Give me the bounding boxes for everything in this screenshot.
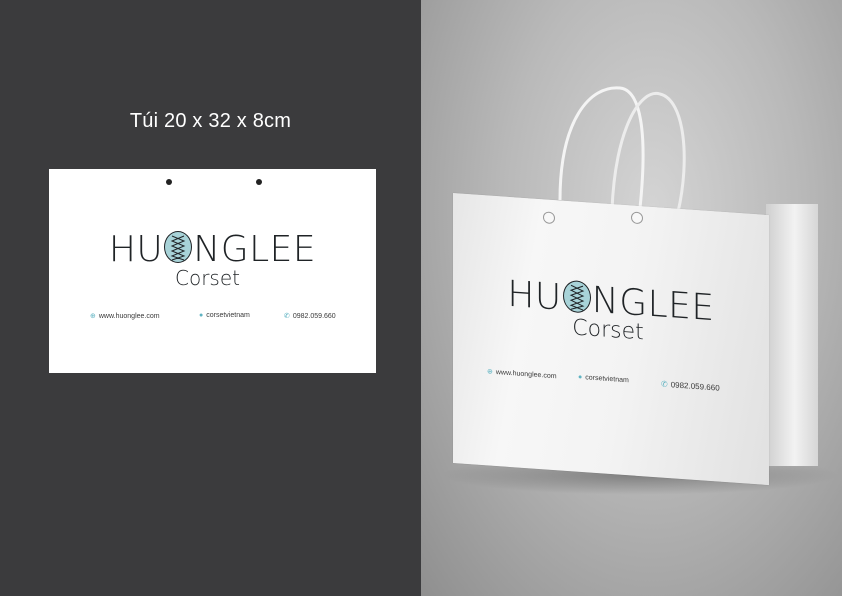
punch-hole-left: [166, 179, 172, 185]
facebook-icon: ●: [199, 312, 204, 319]
phone-icon: ✆: [661, 379, 668, 390]
logo-subtitle: Corset: [175, 266, 240, 290]
bag-gusset: [766, 204, 818, 466]
contact-phone: ✆ 0982.059.660: [284, 312, 336, 321]
phone-icon: ✆: [284, 313, 290, 320]
contact-facebook: ● corsetvietnam: [199, 312, 250, 319]
globe-icon: ⊕: [487, 368, 493, 376]
punch-hole-right: [256, 179, 262, 185]
logo-wordmark: HU NGLEE: [108, 229, 317, 270]
bag-corset-lacing-icon: [562, 279, 591, 314]
eyelet-left: [543, 211, 555, 225]
contact-website: ⊕ www.huonglee.com: [90, 312, 160, 321]
corset-lacing-icon: [164, 231, 193, 263]
flat-bag-design: HU NGLEE Corset ⊕ www.huonglee.com ● corse…: [49, 169, 376, 373]
left-panel: Túi 20 x 32 x 8cm HU NGLEE Corset ⊕ www.h…: [0, 0, 421, 596]
globe-icon: ⊕: [90, 313, 96, 320]
eyelet-right: [631, 211, 643, 225]
bag-handles: [558, 86, 686, 213]
brand-logo: HU NGLEE Corset: [49, 229, 376, 290]
facebook-icon: ●: [578, 373, 583, 382]
bag-size-title: Túi 20 x 32 x 8cm: [129, 110, 292, 132]
